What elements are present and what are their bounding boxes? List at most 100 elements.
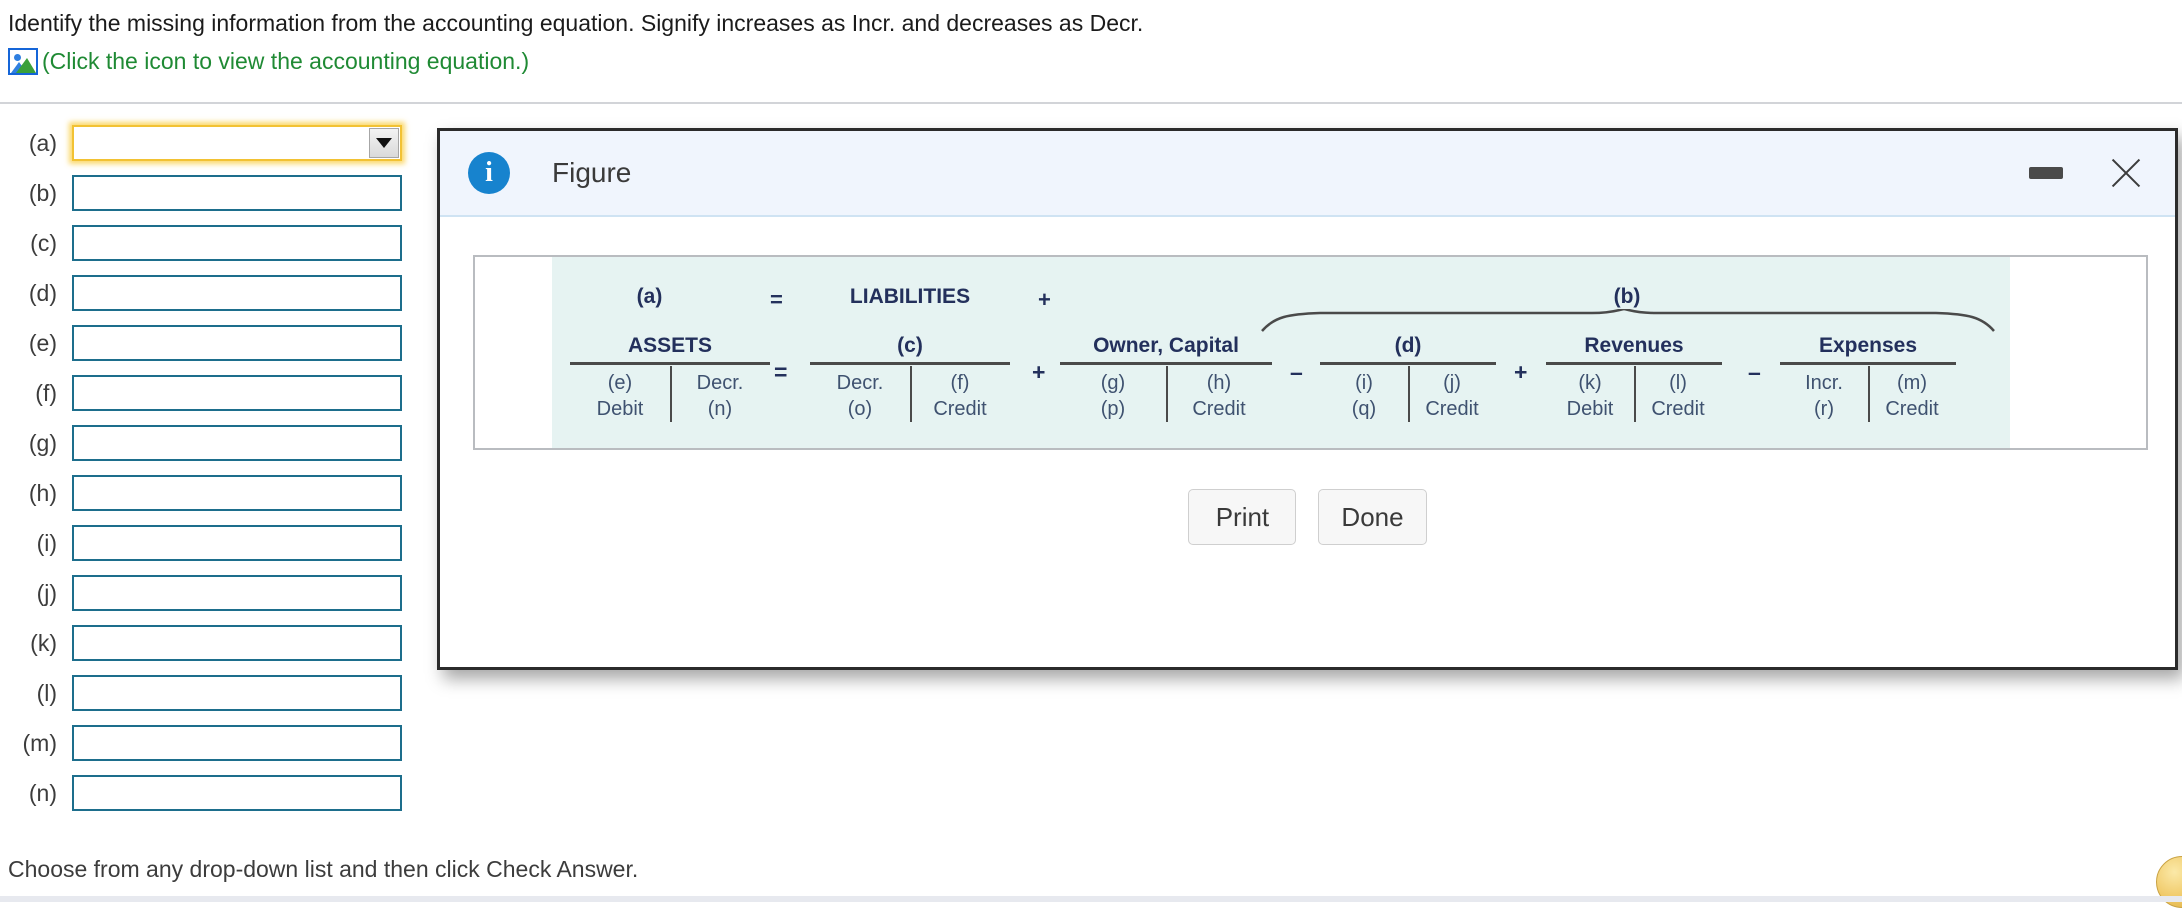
taccount-cell-text: (f) (950, 372, 970, 394)
taccount-cells: (e) Debit Decr. (n) (570, 365, 770, 427)
answer-dropdown-n[interactable] (72, 775, 402, 811)
answer-row-label: (d) (28, 279, 57, 306)
taccount-right-cell: (m) Credit (1868, 365, 1956, 427)
taccount-cell-text: (n) (707, 398, 733, 420)
taccount-cell-text: Debit (1566, 398, 1614, 420)
taccount-left-cell: Incr. (r) (1780, 365, 1868, 427)
taccount-column: ASSETS (e) Debit Decr. (n) (570, 333, 770, 427)
done-button[interactable]: Done (1318, 489, 1427, 545)
answer-row: (j) (0, 568, 430, 618)
print-button[interactable]: Print (1188, 489, 1297, 545)
taccount-right-cell: (f) Credit (910, 365, 1010, 427)
answer-dropdown-d[interactable] (72, 275, 402, 311)
taccount-cell-text: Decr. (696, 372, 744, 394)
taccount-left-cell: (k) Debit (1546, 365, 1634, 427)
answer-row: (n) (0, 768, 430, 818)
taccount-cell-text: (g) (1100, 372, 1126, 394)
taccount-cell-text: (k) (1578, 372, 1602, 394)
answer-dropdown-f[interactable] (72, 375, 402, 411)
answer-dropdown-b[interactable] (72, 175, 402, 211)
answer-dropdown-k[interactable] (72, 625, 402, 661)
header-divider (0, 102, 2182, 104)
taccount-title: (c) (897, 334, 923, 357)
figure-dialog: i Figure (a) = LIABILITIES + (b) ASSETS (… (437, 128, 2178, 670)
answer-field-list: (a) (b) (c) (d) (e) (f) (g) (h) (i) (j) (k) (l) (m) (… (0, 118, 430, 818)
answer-dropdown-a[interactable] (72, 125, 402, 161)
taccount-cell-text: Incr. (1805, 372, 1843, 394)
figure-link-row[interactable]: (Click the icon to view the accounting e… (8, 48, 2182, 76)
chevron-down-icon[interactable] (369, 128, 399, 158)
question-header: Identify the missing information from th… (0, 0, 2182, 76)
taccount-cell-text: (l) (1669, 372, 1687, 394)
answer-row: (h) (0, 468, 430, 518)
image-icon[interactable] (8, 48, 38, 76)
taccount-cell-text: Credit (1885, 398, 1939, 420)
answer-row: (f) (0, 368, 430, 418)
answer-row-label: (h) (28, 479, 57, 506)
equation-operator: + (1514, 359, 1528, 385)
close-icon[interactable] (2107, 154, 2145, 192)
answer-dropdown-c[interactable] (72, 225, 402, 261)
answer-row: (g) (0, 418, 430, 468)
image-icon-hill-front (16, 58, 36, 74)
taccount-left-cell: (e) Debit (570, 365, 670, 427)
answer-dropdown-j[interactable] (72, 575, 402, 611)
taccount-column: Expenses Incr. (r) (m) Credit (1780, 333, 1956, 427)
answer-dropdown-l[interactable] (72, 675, 402, 711)
taccount-left-cell: (g) (p) (1060, 365, 1166, 427)
figure-top-assets-placeholder: (a) (636, 285, 663, 308)
minimize-icon[interactable] (2029, 167, 2063, 179)
view-figure-link[interactable]: (Click the icon to view the accounting e… (42, 48, 529, 75)
footer-divider (0, 896, 2182, 902)
dialog-title: Figure (552, 157, 632, 188)
figure-top-equals: = (770, 287, 783, 312)
taccount-column: (c) Decr. (o) (f) Credit (810, 333, 1010, 427)
figure-top-liabilities: LIABILITIES (849, 285, 971, 308)
taccount-cells: (k) Debit (l) Credit (1546, 365, 1722, 427)
answer-row: (l) (0, 668, 430, 718)
taccount-cell-text: Decr. (836, 372, 884, 394)
answer-row-label: (i) (36, 529, 57, 556)
answer-row: (b) (0, 168, 430, 218)
answer-row: (a) (0, 118, 430, 168)
accounting-equation-figure: (a) = LIABILITIES + (b) ASSETS (e) Debit De… (552, 257, 2010, 448)
answer-dropdown-e[interactable] (72, 325, 402, 361)
taccount-cell-text: Credit (933, 398, 987, 420)
answer-row-label: (l) (36, 679, 57, 706)
taccount-column: Revenues (k) Debit (l) Credit (1546, 333, 1722, 427)
taccount-title: Owner, Capital (1093, 334, 1239, 357)
taccount-right-cell: Decr. (n) (670, 365, 770, 427)
answer-dropdown-g[interactable] (72, 425, 402, 461)
taccount-cells: (g) (p) (h) Credit (1060, 365, 1272, 427)
taccount-cell-text: (q) (1351, 398, 1377, 420)
question-prompt: Identify the missing information from th… (8, 10, 1144, 36)
taccount-left-cell: Decr. (o) (810, 365, 910, 427)
taccount-cell-text: (o) (847, 398, 873, 420)
answer-row: (c) (0, 218, 430, 268)
answer-row: (i) (0, 518, 430, 568)
taccount-title: Revenues (1584, 334, 1684, 357)
answer-row-label: (m) (22, 729, 57, 756)
taccount-right-cell: (h) Credit (1166, 365, 1272, 427)
answer-row: (e) (0, 318, 430, 368)
taccount-cell-text: (e) (607, 372, 633, 394)
taccount-right-cell: (l) Credit (1634, 365, 1722, 427)
taccount-cell-text: Debit (596, 398, 644, 420)
taccount-cell-text: (i) (1355, 372, 1373, 394)
answer-row-label: (j) (36, 579, 57, 606)
answer-dropdown-h[interactable] (72, 475, 402, 511)
answer-row: (m) (0, 718, 430, 768)
answer-row: (d) (0, 268, 430, 318)
figure-equity-brace-label: (b) (1613, 285, 1641, 308)
dialog-titlebar: i Figure (440, 131, 2175, 217)
answer-dropdown-i[interactable] (72, 525, 402, 561)
taccount-left-cell: (i) (q) (1320, 365, 1408, 427)
answer-row: (k) (0, 618, 430, 668)
taccount-column: Owner, Capital (g) (p) (h) Credit (1060, 333, 1272, 427)
info-icon: i (468, 152, 510, 194)
taccount-title: Expenses (1818, 334, 1918, 357)
taccount-column: (d) (i) (q) (j) Credit (1320, 333, 1496, 427)
answer-dropdown-m[interactable] (72, 725, 402, 761)
answer-row-label: (e) (28, 329, 57, 356)
taccount-right-cell: (j) Credit (1408, 365, 1496, 427)
